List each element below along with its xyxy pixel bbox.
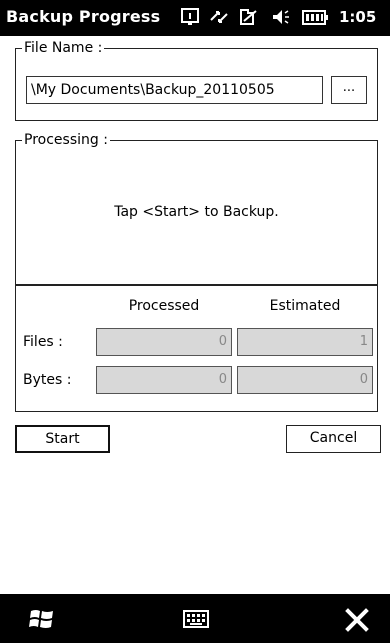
start-button[interactable]: Start — [15, 425, 110, 453]
connectivity-icon[interactable] — [180, 7, 200, 27]
windows-start-icon[interactable] — [28, 606, 56, 636]
speaker-icon[interactable] — [270, 7, 290, 27]
title-bar: Backup Progress 1:05 — [0, 0, 390, 36]
signal-icon[interactable] — [238, 7, 260, 27]
estimated-column-header: Estimated — [269, 298, 341, 314]
cancel-button[interactable]: Cancel — [286, 425, 381, 453]
softkey-bar — [0, 594, 390, 643]
stats-group: Processed Estimated Files : 0 1 Bytes : … — [15, 285, 378, 412]
files-processed-field: 0 — [96, 328, 232, 356]
bytes-row-label: Bytes : — [23, 372, 72, 388]
window-title: Backup Progress — [6, 7, 161, 26]
files-estimated-field: 1 — [237, 328, 373, 356]
file-name-group: File Name : \My Documents\Backup_2011050… — [15, 40, 378, 121]
bytes-estimated-field: 0 — [237, 366, 373, 394]
processing-message: Tap <Start> to Backup. — [114, 204, 279, 220]
browse-button[interactable]: ... — [331, 76, 367, 104]
files-row-label: Files : — [23, 334, 63, 350]
bytes-processed-field: 0 — [96, 366, 232, 394]
clock: 1:05 — [339, 8, 377, 26]
file-path-input[interactable]: \My Documents\Backup_20110505 — [26, 76, 323, 104]
processing-legend: Processing : — [22, 132, 110, 148]
processing-group: Processing : Tap <Start> to Backup. — [15, 132, 378, 285]
file-name-legend: File Name : — [22, 40, 105, 56]
processed-column-header: Processed — [128, 298, 200, 314]
keyboard-icon[interactable] — [183, 609, 209, 633]
battery-icon[interactable] — [300, 7, 330, 27]
data-sync-icon[interactable] — [208, 7, 230, 27]
close-icon[interactable] — [344, 607, 370, 637]
